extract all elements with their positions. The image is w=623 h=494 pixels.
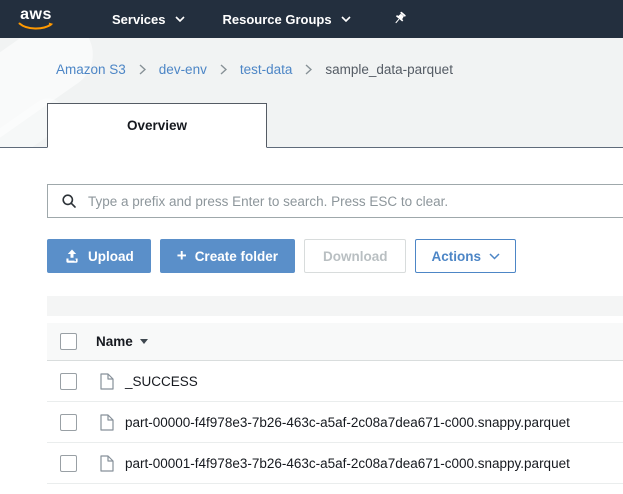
page-header-area: Amazon S3 dev-env test-data sample_data-… [0,38,623,148]
search-icon [61,193,77,209]
create-folder-button-label: Create folder [195,249,278,264]
pushpin-icon [391,11,407,27]
chevron-down-icon [489,253,500,260]
chevron-down-icon [175,16,185,22]
file-icon [100,373,114,390]
upload-button-label: Upload [88,249,134,264]
aws-logo-text: aws [20,7,52,22]
breadcrumb-current-folder: sample_data-parquet [325,62,453,77]
create-folder-button[interactable]: + Create folder [160,239,295,273]
upload-button[interactable]: Upload [47,239,151,273]
services-menu-label: Services [112,12,166,27]
table-row: part-00000-f4f978e3-7b26-463c-a5af-2c08a… [47,402,623,443]
services-menu[interactable]: Services [112,12,185,27]
table-header-row: Name [47,323,623,361]
select-all-checkbox[interactable] [60,333,77,350]
table-top-strip [47,296,623,316]
chevron-down-icon [341,16,351,22]
file-icon [100,455,114,472]
aws-smile-icon [18,22,54,31]
download-button[interactable]: Download [304,239,407,273]
file-icon [100,414,114,431]
row-checkbox[interactable] [60,373,77,390]
row-checkbox[interactable] [60,414,77,431]
pin-shortcuts-button[interactable] [391,11,407,27]
object-name[interactable]: _SUCCESS [125,374,198,389]
breadcrumb-amazon-s3[interactable]: Amazon S3 [56,62,126,77]
resource-groups-menu-label: Resource Groups [223,12,332,27]
object-name[interactable]: part-00001-f4f978e3-7b26-463c-a5af-2c08a… [125,456,570,471]
prefix-search-input[interactable] [88,194,623,209]
breadcrumb-separator-icon [139,64,146,75]
breadcrumb-test-data[interactable]: test-data [240,62,293,77]
prefix-search-box [47,184,623,218]
breadcrumb-separator-icon [220,64,227,75]
actions-button[interactable]: Actions [415,239,516,273]
tab-strip: Overview [0,103,623,148]
aws-logo[interactable]: aws [18,7,54,31]
plus-icon: + [177,247,187,264]
sort-desc-icon[interactable] [140,339,148,344]
tab-overview-label: Overview [127,118,187,133]
actions-button-label: Actions [431,249,481,264]
action-toolbar: Upload + Create folder Download Actions [47,239,623,273]
overview-panel: Upload + Create folder Download Actions … [0,184,623,484]
table-row: part-00001-f4f978e3-7b26-463c-a5af-2c08a… [47,443,623,484]
upload-icon [64,249,80,264]
top-navigation-bar: aws Services Resource Groups [0,0,623,38]
download-button-label: Download [323,249,388,264]
table-row: _SUCCESS [47,361,623,402]
column-header-name[interactable]: Name [96,334,133,349]
resource-groups-menu[interactable]: Resource Groups [223,12,351,27]
object-name[interactable]: part-00000-f4f978e3-7b26-463c-a5af-2c08a… [125,415,570,430]
breadcrumb: Amazon S3 dev-env test-data sample_data-… [0,38,623,77]
tab-overview[interactable]: Overview [47,103,267,148]
breadcrumb-dev-env[interactable]: dev-env [159,62,207,77]
breadcrumb-separator-icon [305,64,312,75]
row-checkbox[interactable] [60,455,77,472]
